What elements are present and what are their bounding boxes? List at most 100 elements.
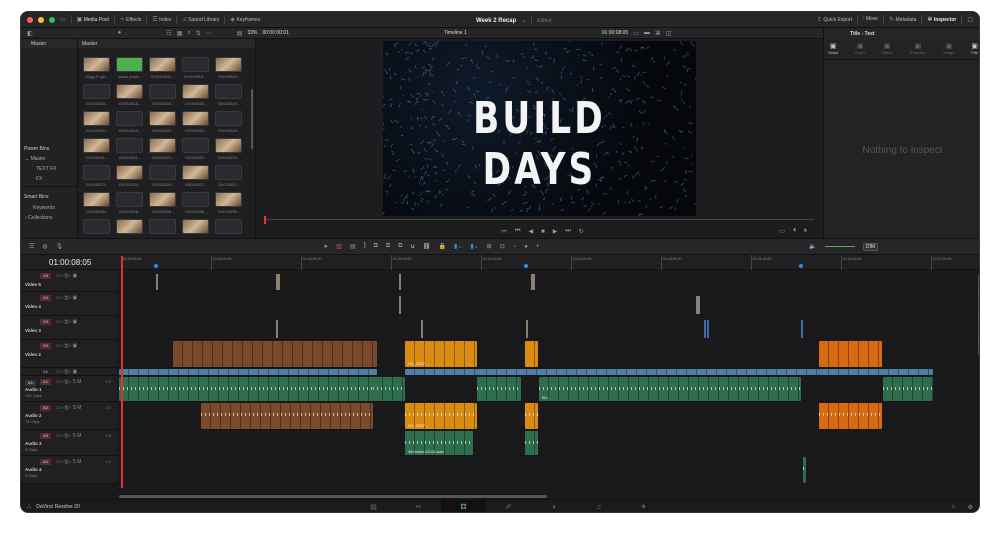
- transform-icon[interactable]: ⌘: [655, 30, 661, 37]
- voiceover-icon[interactable]: 🎙: [56, 243, 64, 250]
- media-clip-thumbnail[interactable]: [149, 111, 176, 126]
- auto-select-icon[interactable]: ◁|▷: [62, 273, 71, 279]
- timeline-clip[interactable]: [405, 369, 477, 375]
- timeline-clip[interactable]: [399, 296, 401, 314]
- media-clip-thumbnail[interactable]: [149, 165, 176, 180]
- lock-track-icon[interactable]: ▭: [56, 379, 61, 385]
- smart-bin-keywords[interactable]: Keywords: [33, 205, 55, 211]
- media-clip-thumbnail[interactable]: [215, 219, 242, 234]
- timeline-clip[interactable]: GX_0327...: [405, 403, 477, 429]
- media-clip-thumbnail[interactable]: [215, 165, 242, 180]
- timeline-clip[interactable]: [883, 377, 933, 401]
- timeline-clip[interactable]: [477, 369, 819, 375]
- media-clip-thumbnail[interactable]: [149, 138, 176, 153]
- media-clip-thumbnail[interactable]: [83, 57, 110, 72]
- lock-track-icon[interactable]: ▭: [56, 433, 61, 439]
- search-icon[interactable]: ⌕: [187, 30, 190, 37]
- keyframes-button[interactable]: ◈ Keyframes: [230, 16, 260, 23]
- go-to-end-icon[interactable]: ⏭: [565, 228, 570, 235]
- track-tag[interactable]: V4: [40, 295, 51, 301]
- inspector-tab-file[interactable]: ▣ File: [971, 42, 978, 55]
- volume-slider[interactable]: [824, 246, 855, 247]
- overwrite-icon[interactable]: ⧉: [386, 243, 390, 250]
- match-frame-icon[interactable]: ▭: [779, 228, 785, 235]
- prev-edit-icon[interactable]: ⏴: [793, 228, 796, 235]
- track-tag[interactable]: V2: [40, 343, 51, 349]
- mute-button[interactable]: M: [77, 459, 81, 465]
- clip-view-icon[interactable]: ▭: [633, 30, 639, 37]
- zoom-full-icon[interactable]: ⊞: [487, 243, 492, 250]
- track-tag[interactable]: A1: [40, 379, 51, 385]
- timeline-clip[interactable]: [278, 274, 280, 290]
- timeline-playhead[interactable]: [121, 256, 123, 488]
- lock-track-icon[interactable]: ▭: [56, 295, 61, 301]
- title-text-overlay[interactable]: BUILD DAYS: [417, 93, 661, 195]
- media-clip-thumbnail[interactable]: [215, 111, 242, 126]
- solo-button[interactable]: S: [73, 405, 76, 411]
- timeline-selector[interactable]: Timeline 1: [444, 30, 467, 36]
- power-bin-text-fx[interactable]: TEXT FX: [36, 166, 56, 172]
- media-clip-thumbnail[interactable]: [182, 192, 209, 207]
- media-clip-thumbnail[interactable]: [182, 165, 209, 180]
- dim-button[interactable]: DIM: [862, 242, 879, 251]
- timeline-clip[interactable]: [707, 320, 709, 338]
- lock-track-icon[interactable]: ▭: [56, 273, 61, 279]
- solo-button[interactable]: S: [73, 379, 76, 385]
- track-tag[interactable]: A2: [40, 405, 51, 411]
- viewer-zoom[interactable]: 33%: [247, 30, 257, 36]
- timeline-clip[interactable]: [819, 341, 882, 367]
- timeline-clip[interactable]: [119, 369, 377, 375]
- media-clip-thumbnail[interactable]: [116, 165, 143, 180]
- timeline-vertical-scrollbar[interactable]: [978, 275, 979, 355]
- quick-export-button[interactable]: ⇪ Quick Export: [817, 16, 852, 23]
- mixer-button[interactable]: ⫶ Mixer: [863, 16, 878, 23]
- timeline-clip[interactable]: [698, 296, 700, 314]
- mute-button[interactable]: M: [77, 433, 81, 439]
- track-enable-icon[interactable]: ▣: [73, 369, 78, 375]
- next-edit-icon[interactable]: ⏵: [804, 228, 807, 235]
- timeline-clip[interactable]: [173, 341, 377, 367]
- zoom-detail-icon[interactable]: ⊡: [500, 243, 505, 250]
- replace-icon[interactable]: ⧉: [398, 243, 402, 250]
- timeline-clip[interactable]: [704, 320, 706, 338]
- sort-icon[interactable]: ⇅: [196, 30, 201, 37]
- media-clip-thumbnail[interactable]: [116, 84, 143, 99]
- inspector-tab-image[interactable]: ▣ Image: [943, 42, 954, 55]
- master-bin[interactable]: Master: [21, 39, 77, 48]
- timeline-clip[interactable]: [421, 320, 423, 338]
- timeline-marker[interactable]: [154, 264, 158, 268]
- timeline-clip[interactable]: [801, 320, 803, 338]
- track-tag[interactable]: V5: [40, 273, 51, 279]
- timeline-ruler[interactable]: 01:00:00:00 01:03:00:00 01:06:00:00 01:09:0…: [119, 255, 979, 270]
- solo-button[interactable]: S: [73, 433, 76, 439]
- track-tag[interactable]: A4: [40, 459, 51, 465]
- auto-select-icon[interactable]: ◁|▷: [62, 459, 71, 465]
- trim-tool-icon[interactable]: ▥: [336, 243, 342, 250]
- flag-icon[interactable]: ▮⌄: [454, 243, 462, 250]
- media-clip-thumbnail[interactable]: [182, 111, 209, 126]
- media-clip-thumbnail[interactable]: [182, 57, 209, 72]
- media-page-icon[interactable]: ▤: [351, 500, 396, 512]
- media-clip-thumbnail[interactable]: [116, 219, 143, 234]
- sound-library-button[interactable]: ♫ Sound Library: [182, 17, 219, 23]
- timeline-clip[interactable]: [156, 274, 158, 290]
- auto-select-icon[interactable]: ◁|▷: [62, 379, 71, 385]
- sidebar-toggle-icon[interactable]: ▭: [60, 16, 66, 23]
- cut-page-icon[interactable]: ✂: [396, 500, 441, 512]
- grid-view-icon[interactable]: ▦: [177, 30, 183, 37]
- project-title[interactable]: Week 2 Recap ⌄ Edited: [476, 16, 551, 25]
- timeline-clip[interactable]: [525, 431, 538, 455]
- fusion-page-icon[interactable]: ✐: [486, 500, 531, 512]
- thumbnail-size-slider[interactable]: ●: [118, 30, 122, 36]
- timeline-horizontal-scrollbar[interactable]: [119, 495, 547, 498]
- auto-select-icon[interactable]: ◁|▷: [62, 433, 71, 439]
- more-icon[interactable]: ⋯: [206, 30, 212, 37]
- track-tag[interactable]: V1: [40, 369, 51, 375]
- media-clip-thumbnail[interactable]: [149, 219, 176, 234]
- media-clip-thumbnail[interactable]: [83, 138, 110, 153]
- timeline-clip[interactable]: [201, 403, 373, 429]
- timeline-marker[interactable]: [799, 264, 803, 268]
- blade-tool-icon[interactable]: ▤: [350, 243, 356, 250]
- timeline-clip[interactable]: [803, 457, 806, 483]
- timeline-clip[interactable]: [276, 320, 278, 338]
